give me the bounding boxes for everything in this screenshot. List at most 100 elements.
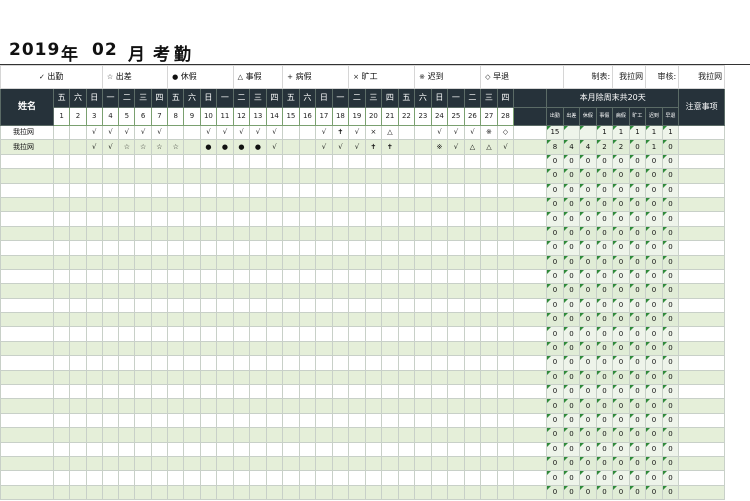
summary-cell[interactable]: 0 [661, 254, 680, 270]
day-cell[interactable] [265, 225, 284, 242]
day-cell[interactable] [167, 470, 185, 486]
summary-cell[interactable]: 0 [612, 225, 630, 242]
summary-cell[interactable]: 0 [546, 384, 564, 400]
day-cell[interactable] [430, 312, 449, 328]
day-cell[interactable] [496, 369, 515, 386]
day-cell[interactable] [496, 427, 515, 443]
day-cell[interactable] [52, 211, 71, 227]
day-cell[interactable] [69, 240, 87, 256]
summary-cell[interactable]: 0 [645, 268, 663, 285]
day-cell[interactable] [167, 124, 185, 141]
day-cell[interactable] [183, 398, 201, 414]
day-cell[interactable] [331, 455, 350, 472]
day-cell[interactable] [52, 153, 71, 170]
gap-cell[interactable] [513, 254, 548, 270]
summary-cell[interactable]: 0 [661, 283, 680, 299]
summary-cell[interactable]: 0 [628, 283, 647, 299]
day-cell[interactable] [183, 484, 201, 501]
notes-cell[interactable] [678, 312, 726, 328]
day-cell[interactable] [381, 326, 399, 342]
day-cell[interactable] [265, 484, 284, 501]
summary-cell[interactable]: 0 [645, 369, 663, 386]
day-cell[interactable] [265, 441, 284, 457]
summary-cell[interactable]: 0 [645, 340, 663, 357]
gap-cell[interactable] [513, 196, 548, 213]
day-cell[interactable] [118, 355, 136, 371]
summary-cell[interactable]: 0 [595, 312, 614, 328]
summary-cell[interactable]: 0 [628, 326, 647, 342]
day-cell[interactable] [150, 441, 169, 457]
day-cell[interactable] [265, 182, 284, 198]
day-cell[interactable] [118, 196, 136, 213]
day-cell[interactable] [480, 182, 498, 198]
day-cell[interactable] [447, 297, 465, 314]
summary-cell[interactable]: 0 [595, 225, 614, 242]
day-cell[interactable] [447, 470, 465, 486]
day-cell[interactable] [496, 398, 515, 414]
summary-cell[interactable]: 0 [612, 340, 630, 357]
day-cell[interactable] [265, 470, 284, 486]
day-number-header[interactable]: 14 [265, 107, 284, 126]
day-cell[interactable] [364, 484, 383, 501]
day-cell[interactable] [199, 268, 218, 285]
day-cell[interactable] [52, 254, 71, 270]
day-cell[interactable] [496, 441, 515, 457]
day-cell[interactable] [364, 427, 383, 443]
day-cell[interactable] [430, 225, 449, 242]
notes-cell[interactable] [678, 211, 726, 227]
day-cell[interactable] [249, 398, 267, 414]
day-cell[interactable] [315, 355, 333, 371]
summary-cell[interactable]: 0 [628, 369, 647, 386]
day-cell[interactable] [496, 484, 515, 501]
day-cell[interactable] [447, 427, 465, 443]
summary-cell[interactable]: 0 [645, 254, 663, 270]
day-cell[interactable] [150, 369, 169, 386]
summary-cell[interactable]: 0 [579, 312, 597, 328]
day-cell[interactable] [480, 470, 498, 486]
summary-cell[interactable]: 0 [546, 182, 564, 198]
day-cell[interactable] [134, 168, 152, 184]
employee-name-cell[interactable] [0, 441, 54, 457]
day-cell[interactable] [216, 182, 234, 198]
day-cell[interactable] [101, 355, 120, 371]
summary-cell[interactable]: 0 [595, 268, 614, 285]
employee-name-cell[interactable] [0, 254, 54, 270]
day-cell[interactable] [447, 326, 465, 342]
day-cell[interactable] [364, 297, 383, 314]
employee-name-cell[interactable] [0, 312, 54, 328]
summary-cell[interactable]: 0 [612, 254, 630, 270]
day-cell[interactable] [249, 484, 267, 501]
day-cell[interactable] [167, 312, 185, 328]
day-cell[interactable] [167, 182, 185, 198]
day-cell[interactable] [315, 283, 333, 299]
day-cell[interactable] [183, 412, 201, 429]
day-cell[interactable] [118, 326, 136, 342]
summary-cell[interactable]: 0 [562, 398, 581, 414]
summary-cell[interactable]: 0 [562, 441, 581, 457]
summary-cell[interactable]: 0 [612, 312, 630, 328]
day-cell[interactable] [199, 384, 218, 400]
day-number-header[interactable]: 5 [118, 107, 136, 126]
day-cell[interactable] [430, 297, 449, 314]
day-cell[interactable] [265, 384, 284, 400]
day-cell[interactable] [199, 470, 218, 486]
day-cell[interactable] [315, 168, 333, 184]
day-cell[interactable] [397, 355, 416, 371]
day-cell[interactable] [430, 384, 449, 400]
day-cell[interactable] [85, 312, 103, 328]
day-cell[interactable]: ● [249, 139, 267, 155]
day-cell[interactable] [282, 283, 300, 299]
day-cell[interactable]: √ [463, 124, 482, 141]
day-cell[interactable] [381, 254, 399, 270]
day-cell[interactable] [150, 283, 169, 299]
day-cell[interactable] [52, 441, 71, 457]
day-number-header[interactable]: 25 [447, 107, 465, 126]
day-cell[interactable] [447, 455, 465, 472]
day-cell[interactable] [381, 398, 399, 414]
day-cell[interactable] [496, 312, 515, 328]
day-cell[interactable] [69, 211, 87, 227]
day-cell[interactable] [118, 182, 136, 198]
summary-cell[interactable]: 0 [579, 427, 597, 443]
summary-cell[interactable]: 0 [661, 427, 680, 443]
day-cell[interactable] [216, 470, 234, 486]
